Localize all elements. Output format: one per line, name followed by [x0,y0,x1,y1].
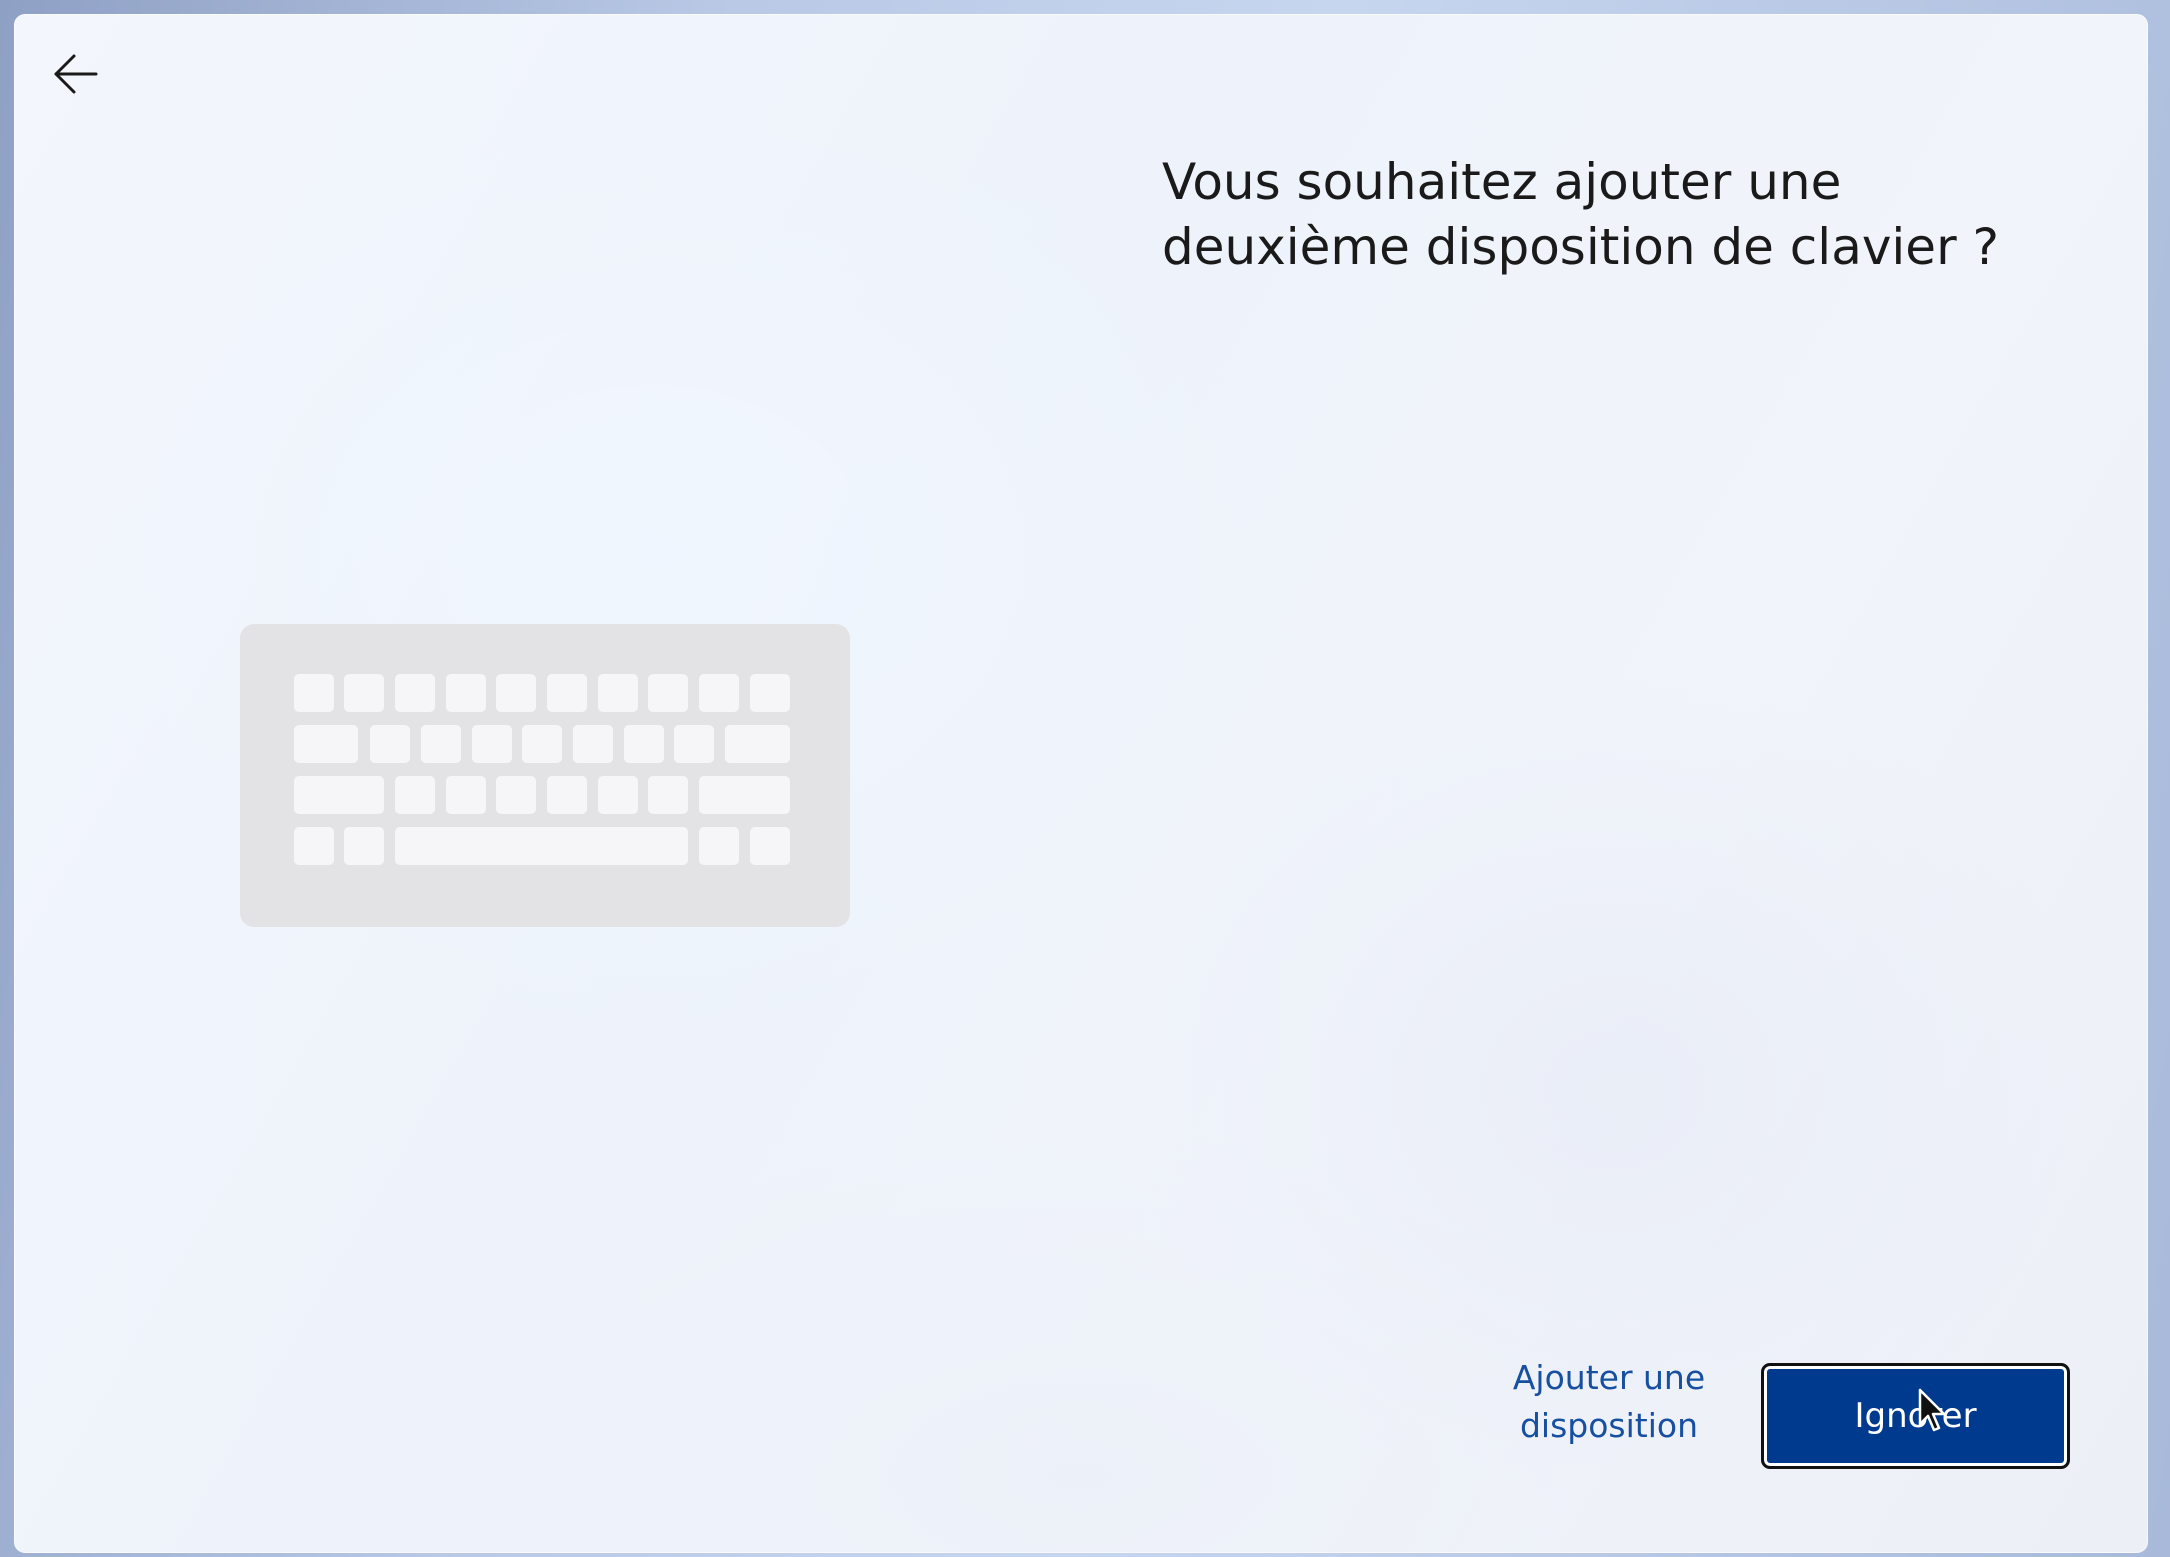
keyboard-key [344,674,384,712]
keyboard-key [395,776,435,814]
keyboard-key [598,674,638,712]
arrow-left-icon [54,54,98,94]
keyboard-key [750,827,790,865]
keyboard-key [294,776,384,814]
keyboard-key [598,776,638,814]
keyboard-key [446,674,486,712]
keyboard-key [674,725,714,763]
add-layout-button[interactable]: Ajouter une disposition [1454,1354,1764,1450]
keyboard-key [522,725,562,763]
keyboard-key [699,776,790,814]
setup-window: Vous souhaitez ajouter une deuxième disp… [14,14,2148,1553]
keyboard-key [699,674,739,712]
keyboard-icon [240,624,850,927]
keyboard-key [750,674,790,712]
skip-button[interactable]: Ignorer [1761,1363,2070,1469]
keyboard-key [699,827,739,865]
skip-button-label: Ignorer [1854,1396,1977,1436]
keyboard-key [496,776,536,814]
keyboard-key [573,725,613,763]
keyboard-key [294,674,334,712]
keyboard-key [421,725,461,763]
keyboard-key [725,725,790,763]
keyboard-key [294,827,334,865]
keyboard-key [547,674,587,712]
keyboard-spacebar [395,827,688,865]
keyboard-key [294,725,358,763]
keyboard-key [648,674,688,712]
keyboard-key [395,674,435,712]
keyboard-key [472,725,512,763]
keyboard-key [446,776,486,814]
keyboard-key [624,725,664,763]
keyboard-key [648,776,688,814]
keyboard-key [496,674,536,712]
keyboard-key [547,776,587,814]
keyboard-key [370,725,410,763]
back-button[interactable] [46,44,106,104]
page-title: Vous souhaitez ajouter une deuxième disp… [1162,153,2000,276]
keyboard-key [344,827,384,865]
